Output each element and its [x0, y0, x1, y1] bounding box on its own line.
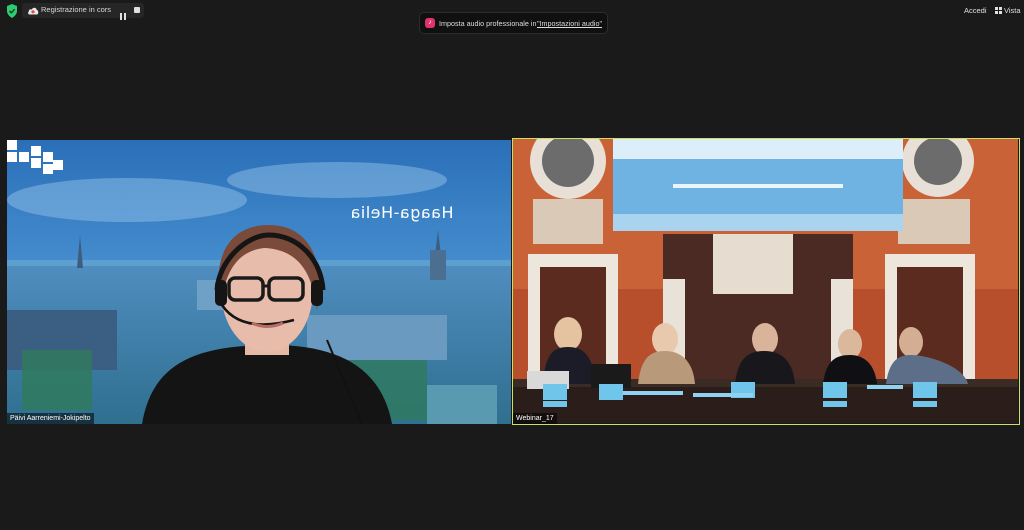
- pause-icon[interactable]: [120, 7, 128, 20]
- virtual-background-city: [7, 140, 511, 424]
- participant-tile-webinar[interactable]: Webinar_17: [512, 138, 1020, 425]
- audio-settings-toast: ♪ Imposta audio professionale in "Impost…: [419, 12, 608, 34]
- conference-room-video: [513, 139, 1018, 423]
- background-brand-text: Haaga-Helia: [350, 203, 454, 222]
- cloud-recording-icon: [28, 7, 39, 15]
- shield-icon[interactable]: [6, 4, 18, 18]
- participant-name-label: Päivi Aarreniemi-Jokipelto: [7, 413, 94, 424]
- haaga-helia-logo: [7, 140, 63, 174]
- view-button[interactable]: Vista: [1004, 6, 1021, 15]
- participant-name-label: Webinar_17: [513, 413, 557, 424]
- meeting-top-bar: Registrazione in corso... ♪ Imposta audi…: [0, 0, 1024, 34]
- sign-in-button[interactable]: Accedi: [964, 6, 987, 15]
- recording-indicator[interactable]: Registrazione in corso...: [22, 3, 144, 20]
- participant-tile-paivi[interactable]: Haaga-Helia Päivi Aarreniemi-Jokipelto: [7, 140, 511, 424]
- grid-view-icon[interactable]: [995, 7, 1002, 14]
- stop-icon[interactable]: [134, 7, 140, 13]
- audio-settings-link[interactable]: "Impostazioni audio": [537, 19, 602, 28]
- recording-status-text: Registrazione in corso...: [41, 5, 111, 14]
- toast-message: Imposta audio professionale in: [439, 19, 537, 28]
- music-note-icon: ♪: [425, 18, 435, 28]
